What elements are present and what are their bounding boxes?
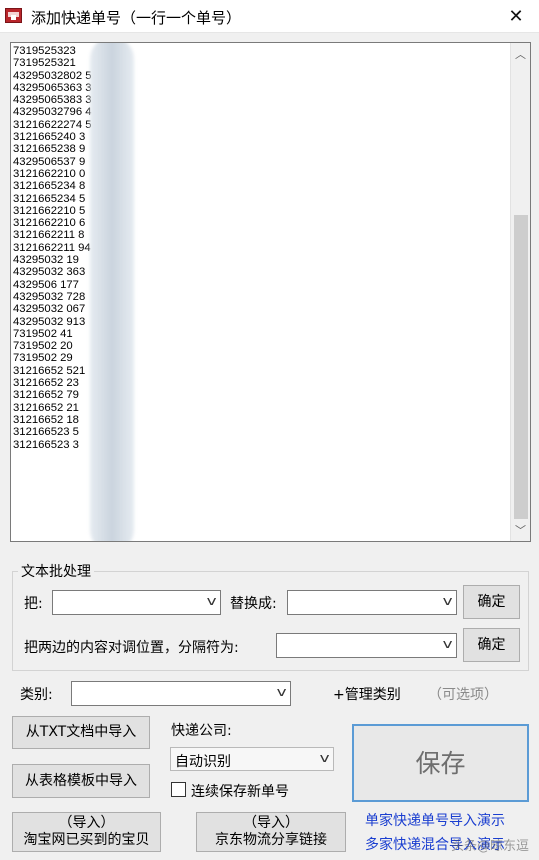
title-bar: 添加快递单号（一行一个单号） ✕ xyxy=(0,0,539,33)
tracking-number-line: 312166523 5 xyxy=(13,426,79,439)
watermark-text: 头条@晾东逗 xyxy=(451,839,530,854)
save-button[interactable]: 保存 xyxy=(352,724,529,802)
swap-confirm-button[interactable]: 确定 xyxy=(463,628,520,662)
chevron-down-icon: v xyxy=(442,594,453,608)
chevron-down-icon: v xyxy=(442,637,453,651)
tracking-number-line: 7319525323 xyxy=(13,45,76,57)
replace-from-label: 把: xyxy=(24,596,43,612)
tracking-number-line: 43295032 067 xyxy=(13,303,86,316)
replace-confirm-button[interactable]: 确定 xyxy=(463,585,520,619)
tracking-number-line: 4329506 177 xyxy=(13,278,79,291)
app-icon xyxy=(5,8,22,23)
tracking-number-line: 43295032 913 xyxy=(13,315,86,328)
tracking-number-line: 31216652 18 xyxy=(13,413,79,426)
tracking-number-line: 3121662210 6 xyxy=(13,217,86,230)
replace-from-combo[interactable]: v xyxy=(52,590,221,615)
tracking-numbers-textarea[interactable]: 7319525323 7319525321 43295032802 5 4329506… xyxy=(10,42,531,542)
import-jd-line1: （导入） xyxy=(243,815,299,831)
tracking-number-line: 3121662211 8 xyxy=(13,229,85,242)
tracking-number-line: 3121665234 5 xyxy=(13,192,86,205)
swap-label: 把两边的内容对调位置，分隔符为: xyxy=(24,640,239,656)
tracking-number-line: 3121662210 0 xyxy=(13,167,86,180)
chevron-down-icon: v xyxy=(206,594,217,608)
tracking-number-line: 3121665238 9 xyxy=(13,143,86,156)
tracking-number-line: 43295032 19 xyxy=(13,254,79,267)
tracking-number-line: 43295032802 5 xyxy=(13,69,92,82)
import-taobao-button[interactable]: （导入） 淘宝网已买到的宝贝 xyxy=(12,812,161,852)
tracking-number-line: 43295032796 4 xyxy=(13,106,92,119)
tracking-number-line: 43295065383 3 xyxy=(13,94,92,107)
tracking-number-line: 43295032 728 xyxy=(13,290,86,303)
scroll-down-arrow-icon[interactable]: ﹀ xyxy=(511,521,530,539)
privacy-blur-mask xyxy=(90,43,134,541)
tracking-number-list: 7319525323 7319525321 43295032802 5 4329506… xyxy=(13,45,92,451)
tracking-number-line: 3121662210 5 xyxy=(13,204,86,217)
tracking-number-line: 7319502 20 xyxy=(13,340,73,353)
courier-combo[interactable]: 自动识别 v xyxy=(170,747,334,771)
window-title: 添加快递单号（一行一个单号） xyxy=(31,9,242,27)
import-excel-button[interactable]: 从表格模板中导入 xyxy=(12,764,150,798)
batch-processing-legend: 文本批处理 xyxy=(18,561,94,581)
tracking-number-line: 312166523 3 xyxy=(13,438,79,451)
chevron-down-icon: v xyxy=(319,751,330,765)
import-txt-button[interactable]: 从TXT文档中导入 xyxy=(12,716,150,749)
optional-hint: （可选项） xyxy=(428,687,498,703)
courier-label: 快递公司: xyxy=(171,723,232,739)
replace-with-combo[interactable]: v xyxy=(287,590,457,615)
category-label: 类别: xyxy=(20,687,53,703)
tracking-number-line: 43295032 363 xyxy=(13,266,86,279)
tracking-number-line: 3121665234 8 xyxy=(13,180,86,193)
tracking-number-line: 31216652 79 xyxy=(13,389,79,402)
scroll-thumb[interactable] xyxy=(514,215,528,519)
continuous-save-label: 连续保存新单号 xyxy=(191,784,289,800)
courier-selected-value: 自动识别 xyxy=(175,754,231,770)
tracking-number-line: 31216652 21 xyxy=(13,401,79,414)
single-courier-demo-link[interactable]: 单家快递单号导入演示 xyxy=(365,810,505,830)
import-taobao-line2: 淘宝网已买到的宝贝 xyxy=(23,832,150,848)
import-jd-button[interactable]: （导入） 京东物流分享链接 xyxy=(196,812,346,852)
replace-with-label: 替换成: xyxy=(230,596,277,612)
tracking-number-line: 7319502 41 xyxy=(13,327,73,340)
tracking-number-line: 31216652 521 xyxy=(13,364,86,377)
scroll-up-arrow-icon[interactable]: ︿ xyxy=(511,45,530,63)
import-taobao-line1: （导入） xyxy=(58,815,115,831)
chevron-down-icon: v xyxy=(276,685,287,699)
continuous-save-checkbox[interactable] xyxy=(171,782,186,797)
tracking-number-line: 3121665240 3 xyxy=(13,131,86,144)
separator-combo[interactable]: v xyxy=(276,633,457,658)
close-button[interactable]: ✕ xyxy=(493,0,539,33)
import-jd-line2: 京东物流分享链接 xyxy=(215,832,327,848)
tracking-number-line: 31216622274 5 xyxy=(13,118,92,131)
vertical-scrollbar[interactable]: ︿ ﹀ xyxy=(510,43,530,541)
tracking-number-line: 31216652 23 xyxy=(13,377,79,390)
tracking-number-line: 43295065363 3 xyxy=(13,81,92,94)
tracking-number-line: 4329506537 9 xyxy=(13,155,86,168)
tracking-number-line: 7319502 29 xyxy=(13,352,73,365)
tracking-number-line: 3121662211 94 xyxy=(13,241,91,254)
category-combo[interactable]: v xyxy=(71,681,291,706)
tracking-number-line: 7319525321 xyxy=(13,57,76,70)
manage-category-link[interactable]: +管理类别 xyxy=(333,684,401,704)
